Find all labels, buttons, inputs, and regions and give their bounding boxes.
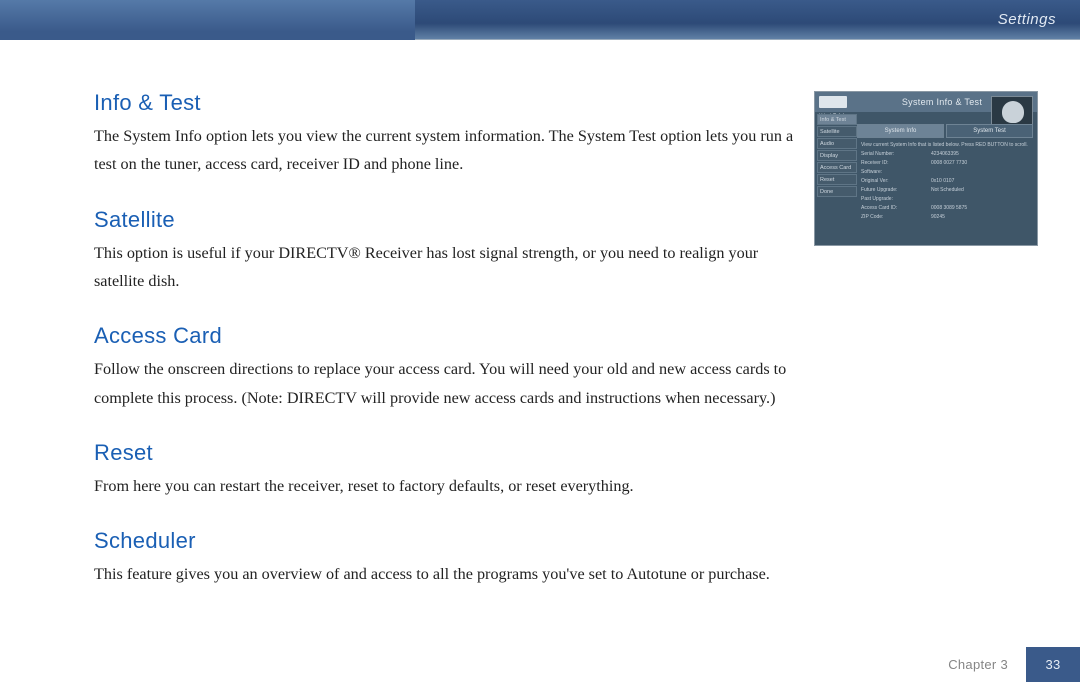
inset-val: 0x10 0107	[931, 178, 1029, 185]
inset-hint: View current System Info that is listed …	[861, 142, 1029, 149]
inset-val	[931, 169, 1029, 176]
inset-key: Access Card ID:	[861, 205, 931, 212]
inset-val: Not Scheduled	[931, 187, 1029, 194]
heading-access-card: Access Card	[94, 323, 794, 349]
inset-body: View current System Info that is listed …	[861, 142, 1029, 239]
inset-row: Past Upgrade:	[861, 196, 1029, 203]
header-section-label: Settings	[998, 0, 1056, 40]
inset-row: Software:	[861, 169, 1029, 176]
inset-val: 0008 0027 7730	[931, 160, 1029, 167]
inset-key: Software:	[861, 169, 931, 176]
section-reset: Reset From here you can restart the rece…	[94, 440, 794, 500]
inset-side-satellite: Satellite	[817, 126, 857, 137]
section-info-test: Info & Test The System Info option lets …	[94, 90, 794, 179]
inset-key: ZIP Code:	[861, 214, 931, 221]
inset-row: ZIP Code:90245	[861, 214, 1029, 221]
inset-video-preview	[991, 96, 1033, 126]
inset-row: Original Ver:0x10 0107	[861, 178, 1029, 185]
inset-tabs: System Info System Test	[857, 124, 1033, 138]
directv-logo-icon	[819, 96, 847, 108]
body-satellite: This option is useful if your DIRECTV® R…	[94, 239, 794, 296]
inset-side-access-card: Access Card	[817, 162, 857, 173]
inset-key: Future Upgrade:	[861, 187, 931, 194]
section-scheduler: Scheduler This feature gives you an over…	[94, 528, 794, 588]
manual-page: Settings Info & Test The System Info opt…	[0, 0, 1080, 698]
body-reset: From here you can restart the receiver, …	[94, 472, 794, 500]
footer-chapter-label: Chapter 3	[948, 647, 1026, 682]
inset-val	[931, 196, 1029, 203]
inset-row: Serial Number:4234063395	[861, 151, 1029, 158]
inset-val: 90245	[931, 214, 1029, 221]
inset-side-audio: Audio	[817, 138, 857, 149]
heading-info-test: Info & Test	[94, 90, 794, 116]
footer-page-number: 33	[1026, 647, 1080, 682]
inset-side-done: Done	[817, 186, 857, 197]
body-scheduler: This feature gives you an overview of an…	[94, 560, 794, 588]
page-footer: Chapter 3 33	[948, 647, 1080, 682]
inset-tab-system-test: System Test	[946, 124, 1033, 138]
inset-val: 0008 3089 5875	[931, 205, 1029, 212]
heading-reset: Reset	[94, 440, 794, 466]
inset-row: Receiver ID:0008 0027 7730	[861, 160, 1029, 167]
inset-side-display: Display	[817, 150, 857, 161]
inset-row: Future Upgrade:Not Scheduled	[861, 187, 1029, 194]
inset-row: Access Card ID:0008 3089 5875	[861, 205, 1029, 212]
inset-key: Past Upgrade:	[861, 196, 931, 203]
inset-key: Original Ver:	[861, 178, 931, 185]
page-header: Settings	[0, 0, 1080, 40]
heading-satellite: Satellite	[94, 207, 794, 233]
heading-scheduler: Scheduler	[94, 528, 794, 554]
body-info-test: The System Info option lets you view the…	[94, 122, 794, 179]
inset-side-info-test: Info & Test	[817, 114, 857, 125]
section-satellite: Satellite This option is useful if your …	[94, 207, 794, 296]
inset-sidebar: Info & Test Satellite Audio Display Acce…	[817, 114, 857, 243]
header-accent	[0, 0, 415, 40]
content-column: Info & Test The System Info option lets …	[94, 90, 794, 617]
inset-val: 4234063395	[931, 151, 1029, 158]
section-access-card: Access Card Follow the onscreen directio…	[94, 323, 794, 412]
tv-menu-screenshot: System Info & Test Wed 7:14p Info & Test…	[814, 91, 1038, 246]
inset-side-reset: Reset	[817, 174, 857, 185]
body-access-card: Follow the onscreen directions to replac…	[94, 355, 794, 412]
inset-key: Receiver ID:	[861, 160, 931, 167]
inset-tab-system-info: System Info	[857, 124, 944, 138]
inset-key: Serial Number:	[861, 151, 931, 158]
